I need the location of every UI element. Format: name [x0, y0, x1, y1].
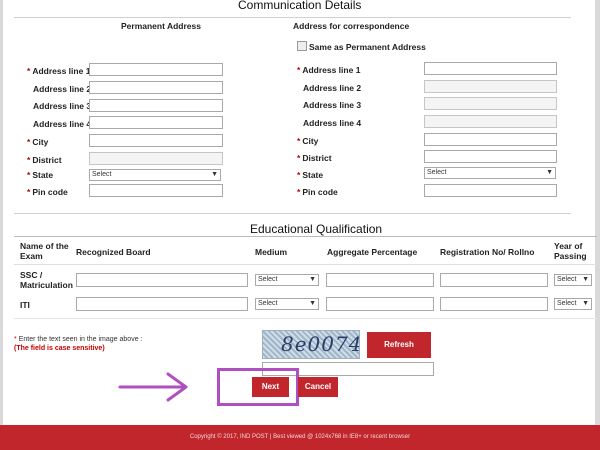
col-aggregate: Aggregate Percentage	[327, 247, 418, 257]
perm-label-address4: Address line 4	[33, 119, 92, 129]
next-button[interactable]: Next	[252, 377, 289, 397]
perm-address3-input[interactable]	[89, 99, 223, 112]
captcha-image: 8e0074	[262, 330, 360, 359]
cancel-button[interactable]: Cancel	[298, 377, 338, 397]
col-exam-name: Name of the Exam	[20, 241, 69, 261]
perm-label-address3: Address line 3	[33, 101, 92, 111]
annotation-arrow-icon	[118, 372, 188, 402]
perm-address2-input[interactable]	[89, 81, 223, 94]
perm-address1-input[interactable]	[89, 63, 223, 76]
row-exam-ssc: SSC / Matriculation	[20, 270, 73, 290]
col-board: Recognized Board	[76, 247, 151, 257]
chevron-down-icon: ▼	[309, 276, 316, 283]
captcha-instruction: * Enter the text seen in the image above …	[14, 336, 143, 343]
corr-city-input[interactable]	[424, 133, 557, 146]
chevron-down-icon: ▼	[546, 169, 553, 176]
perm-pincode-input[interactable]	[89, 184, 223, 197]
chevron-down-icon: ▼	[582, 276, 589, 283]
corr-label-city: * City	[297, 136, 319, 146]
perm-label-pincode: * Pin code	[27, 187, 68, 197]
permanent-heading: Permanent Address	[121, 21, 201, 31]
corr-label-state: * State	[297, 170, 324, 180]
education-title: Educational Qualification	[250, 222, 383, 236]
corr-address4-input[interactable]	[424, 115, 557, 128]
table-header-divider	[14, 264, 597, 265]
captcha-divider	[14, 318, 597, 319]
perm-label-address1: * Address line 1	[27, 66, 91, 76]
chevron-down-icon: ▼	[211, 171, 218, 178]
corr-label-district: * District	[297, 153, 332, 163]
refresh-button[interactable]: Refresh	[367, 332, 431, 358]
page-title: Communication Details	[238, 0, 362, 12]
perm-label-district: * District	[27, 155, 62, 165]
corr-address2-input[interactable]	[424, 80, 557, 93]
iti-year-select[interactable]: Select ▼	[554, 298, 592, 310]
ssc-medium-select[interactable]: Select ▼	[255, 274, 319, 286]
corr-address1-input[interactable]	[424, 62, 557, 75]
chevron-down-icon: ▼	[309, 300, 316, 307]
perm-label-state: * State	[27, 170, 54, 180]
iti-medium-select[interactable]: Select ▼	[255, 298, 319, 310]
ssc-year-select[interactable]: Select ▼	[554, 274, 592, 286]
same-as-checkbox[interactable]	[297, 41, 307, 51]
ssc-registration-input[interactable]	[440, 273, 548, 287]
col-medium: Medium	[255, 247, 288, 257]
col-year: Year of Passing	[554, 241, 587, 261]
corr-label-pincode: * Pin code	[297, 187, 338, 197]
iti-registration-input[interactable]	[440, 297, 548, 311]
correspondence-heading: Address for correspondence	[293, 21, 410, 31]
perm-address4-input[interactable]	[89, 116, 223, 129]
perm-city-input[interactable]	[89, 134, 223, 147]
education-divider	[14, 213, 571, 214]
education-title-underline	[14, 236, 597, 237]
corr-label-address1: * Address line 1	[297, 65, 361, 75]
footer: Copyright © 2017, IND POST | Best viewed…	[0, 425, 600, 450]
same-as-label: Same as Permanent Address	[309, 42, 426, 52]
col-registration: Registration No/ Rollno	[440, 247, 535, 257]
corr-label-address4: Address line 4	[303, 118, 362, 128]
perm-label-city: * City	[27, 137, 49, 147]
right-scroll-edge	[595, 0, 600, 425]
iti-aggregate-input[interactable]	[326, 297, 434, 311]
corr-label-address3: Address line 3	[303, 100, 362, 110]
ssc-board-input[interactable]	[76, 273, 248, 287]
iti-board-input[interactable]	[76, 297, 248, 311]
row-exam-iti: ITI	[20, 300, 30, 310]
footer-text: Copyright © 2017, IND POST | Best viewed…	[189, 434, 411, 440]
corr-state-select[interactable]: Select ▼	[424, 167, 556, 179]
perm-label-address2: Address line 2	[33, 84, 92, 94]
corr-district-input[interactable]	[424, 150, 557, 163]
corr-pincode-input[interactable]	[424, 184, 557, 197]
captcha-note: (The field is case sensitive)	[14, 345, 105, 352]
left-scroll-edge	[0, 0, 3, 425]
perm-district-input[interactable]	[89, 152, 223, 165]
chevron-down-icon: ▼	[582, 300, 589, 307]
ssc-aggregate-input[interactable]	[326, 273, 434, 287]
corr-address3-input[interactable]	[424, 97, 557, 110]
corr-label-address2: Address line 2	[303, 83, 362, 93]
header-divider	[14, 17, 571, 18]
perm-state-select[interactable]: Select ▼	[89, 169, 221, 181]
